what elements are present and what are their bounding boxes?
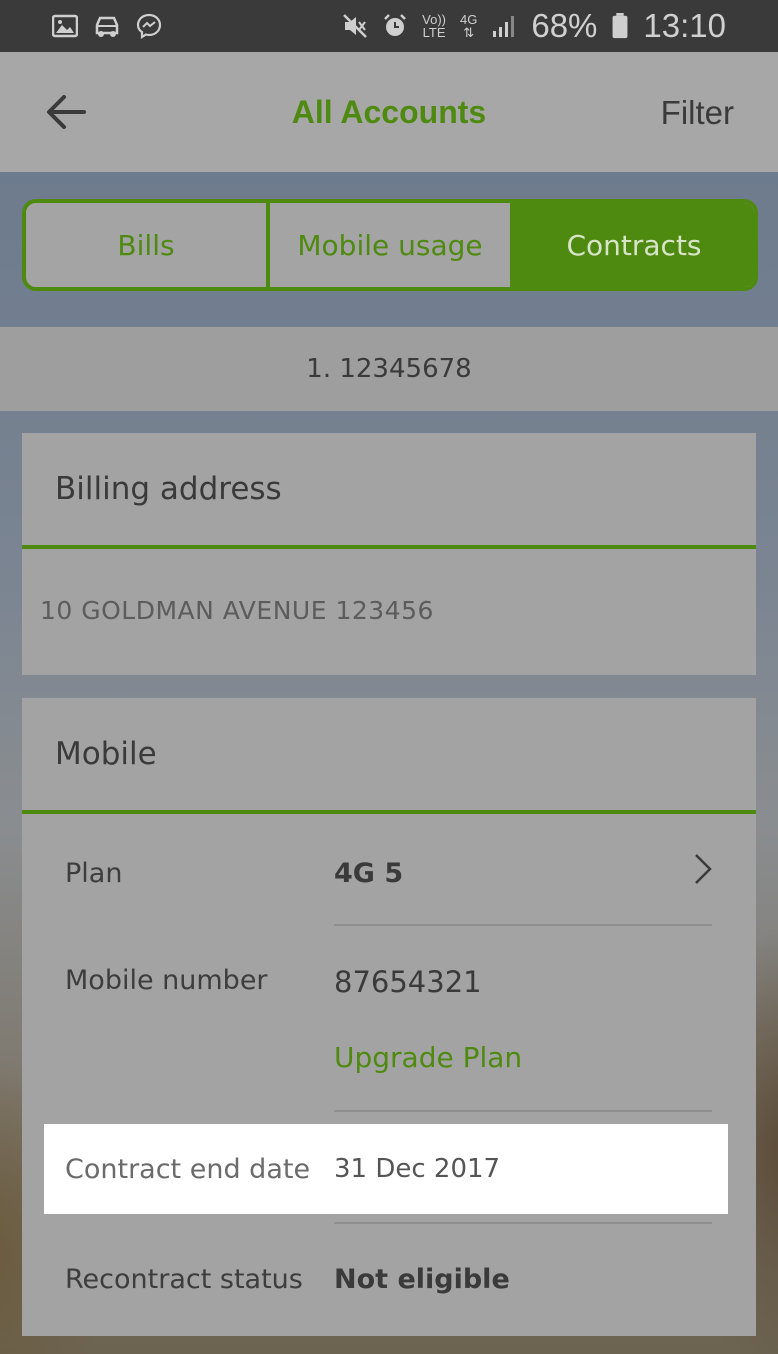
mute-icon <box>343 14 368 38</box>
recontract-status-row: Recontract status Not eligible <box>22 1264 756 1295</box>
app-header: All Accounts Filter <box>0 52 778 172</box>
plan-row[interactable]: Plan 4G 5 <box>22 858 756 889</box>
status-bar: Vo)) LTE 4G ⇅ 68% 13:10 <box>0 0 778 52</box>
tab-mobile-usage[interactable]: Mobile usage <box>266 203 510 287</box>
mobile-card: Mobile Plan 4G 5 Mobile number 87654321 … <box>22 698 756 1336</box>
tab-contracts[interactable]: Contracts <box>510 203 754 287</box>
billing-address-heading: Billing address <box>22 433 756 549</box>
billing-address-value: 10 GOLDMAN AVENUE 123456 <box>40 595 434 625</box>
battery-icon <box>612 13 628 39</box>
network-indicator: 4G ⇅ <box>460 12 478 40</box>
upgrade-plan-link[interactable]: Upgrade Plan <box>334 1041 522 1074</box>
contract-end-date-value: 31 Dec 2017 <box>334 1154 501 1184</box>
divider <box>334 1110 712 1112</box>
recontract-status-value: Not eligible <box>334 1264 510 1295</box>
alarm-icon <box>384 14 407 36</box>
account-number: 1. 12345678 <box>0 327 778 411</box>
battery-percent: 68% <box>531 7 598 44</box>
plan-label: Plan <box>65 858 123 889</box>
divider <box>334 1222 712 1224</box>
divider <box>334 924 712 926</box>
mobile-heading: Mobile <box>22 698 756 814</box>
clock: 13:10 <box>643 7 726 44</box>
contract-end-date-row: Contract end date 31 Dec 2017 <box>44 1124 728 1214</box>
segmented-tabs: Bills Mobile usage Contracts <box>22 199 758 291</box>
filter-button[interactable]: Filter <box>661 94 734 132</box>
mobile-number-value: 87654321 <box>334 965 482 999</box>
plan-value: 4G 5 <box>334 858 404 889</box>
recontract-status-label: Recontract status <box>65 1264 303 1295</box>
image-icon <box>52 14 78 38</box>
mobile-number-label: Mobile number <box>65 965 268 996</box>
signal-icon <box>493 16 515 37</box>
chevron-right-icon[interactable] <box>692 852 714 886</box>
billing-address-card: Billing address 10 GOLDMAN AVENUE 123456 <box>22 433 756 675</box>
tab-bills[interactable]: Bills <box>26 203 266 287</box>
mobile-number-row: Mobile number 87654321 <box>22 965 756 999</box>
volte-indicator: Vo)) LTE <box>422 12 446 40</box>
car-icon <box>95 16 119 37</box>
messenger-icon <box>136 13 162 39</box>
contract-end-date-label: Contract end date <box>65 1153 311 1185</box>
